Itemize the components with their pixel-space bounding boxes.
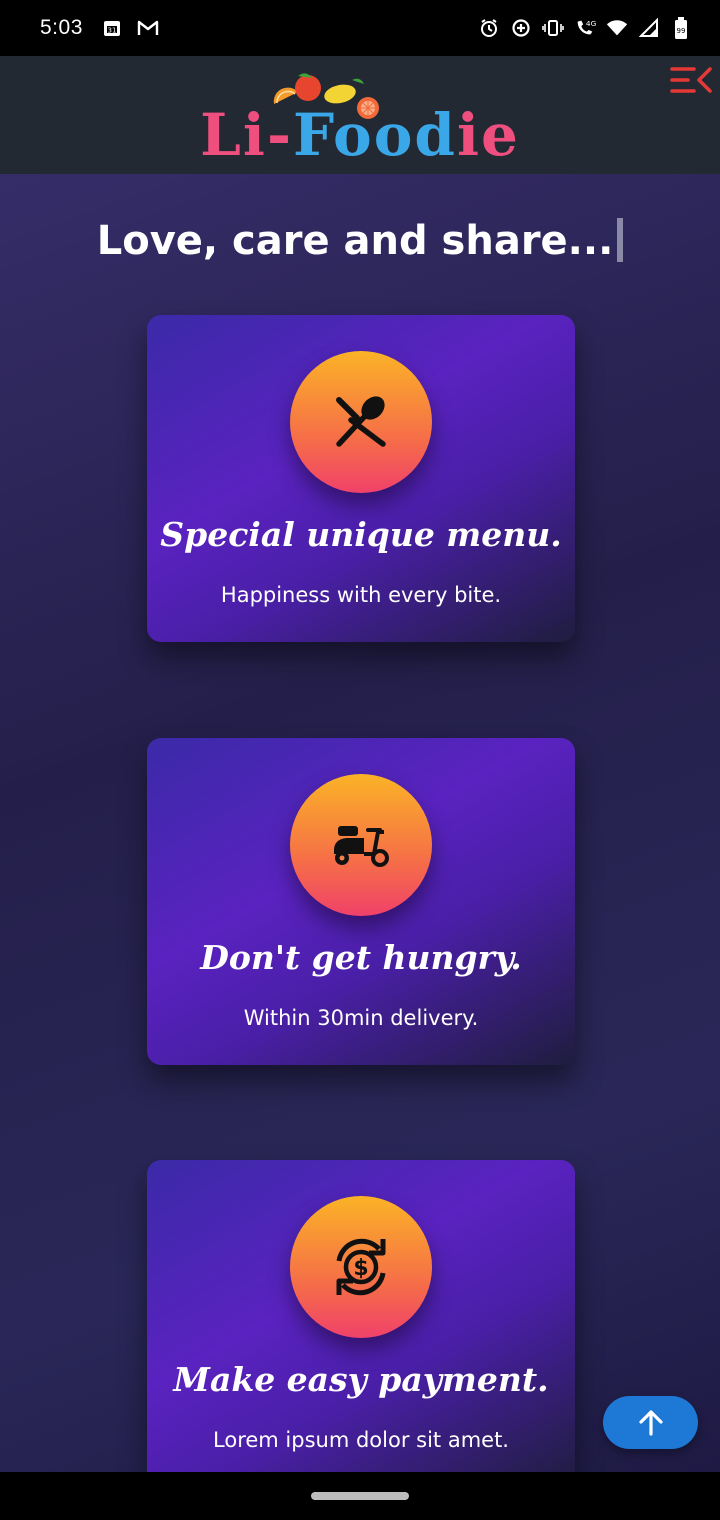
card-title: Make easy payment. bbox=[173, 1360, 549, 1399]
svg-text:4G: 4G bbox=[586, 19, 596, 28]
site-logo[interactable]: Li-Foodie bbox=[200, 66, 520, 164]
card-icon-badge bbox=[290, 774, 432, 916]
logo-text-part: Li bbox=[200, 101, 267, 169]
calendar-icon: 31 bbox=[101, 17, 123, 39]
card-title: Don't get hungry. bbox=[200, 938, 522, 977]
card-subtitle: Happiness with every bite. bbox=[220, 583, 502, 607]
battery-icon: 99 bbox=[670, 17, 692, 39]
card-subtitle: Lorem ipsum dolor sit amet. bbox=[213, 1428, 509, 1452]
vibrate-icon bbox=[542, 17, 564, 39]
home-gesture-handle[interactable] bbox=[311, 1492, 409, 1500]
dollar-exchange-icon: $ bbox=[336, 1238, 386, 1296]
card-icon-badge bbox=[290, 351, 432, 493]
fork-spoon-icon bbox=[336, 396, 386, 447]
card-title: Special unique menu. bbox=[160, 515, 562, 554]
scooter-icon bbox=[334, 826, 389, 867]
feature-card-delivery[interactable]: Don't get hungry. Within 30min delivery. bbox=[147, 738, 575, 1065]
arrow-up-icon bbox=[638, 1409, 663, 1436]
system-nav-bar bbox=[0, 1472, 720, 1520]
svg-text:31: 31 bbox=[107, 27, 116, 35]
wifi-icon bbox=[606, 17, 628, 39]
app-header: Li-Foodie bbox=[0, 56, 720, 174]
feature-card-payment[interactable]: $ Make easy payment. Lorem ipsum dolor s… bbox=[147, 1160, 575, 1472]
hero-headline-text: Love, care and share... bbox=[96, 218, 614, 264]
svg-text:$: $ bbox=[353, 1256, 368, 1281]
main-content[interactable]: Love, care and share... Special unique m… bbox=[0, 174, 720, 1472]
volte-call-icon: 4G bbox=[574, 17, 596, 39]
scroll-to-top-button[interactable] bbox=[603, 1396, 698, 1449]
feature-card-menu[interactable]: Special unique menu. Happiness with ever… bbox=[147, 315, 575, 642]
signal-icon bbox=[638, 17, 660, 39]
card-subtitle: Within 30min delivery. bbox=[243, 1006, 479, 1030]
menu-collapse-icon[interactable] bbox=[670, 64, 714, 98]
status-time: 5:03 bbox=[40, 16, 83, 39]
gmail-icon bbox=[137, 17, 159, 39]
status-bar: 5:03 31 4G 99 bbox=[0, 0, 720, 56]
card-icon-badge: $ bbox=[290, 1196, 432, 1338]
alarm-icon bbox=[478, 17, 500, 39]
logo-text-part: ie bbox=[456, 101, 520, 169]
fruits-logo-icon bbox=[273, 73, 380, 119]
hero-headline: Love, care and share... bbox=[0, 218, 720, 264]
svg-text:99: 99 bbox=[677, 27, 686, 35]
typing-cursor bbox=[617, 218, 624, 262]
data-saver-icon bbox=[510, 17, 532, 39]
